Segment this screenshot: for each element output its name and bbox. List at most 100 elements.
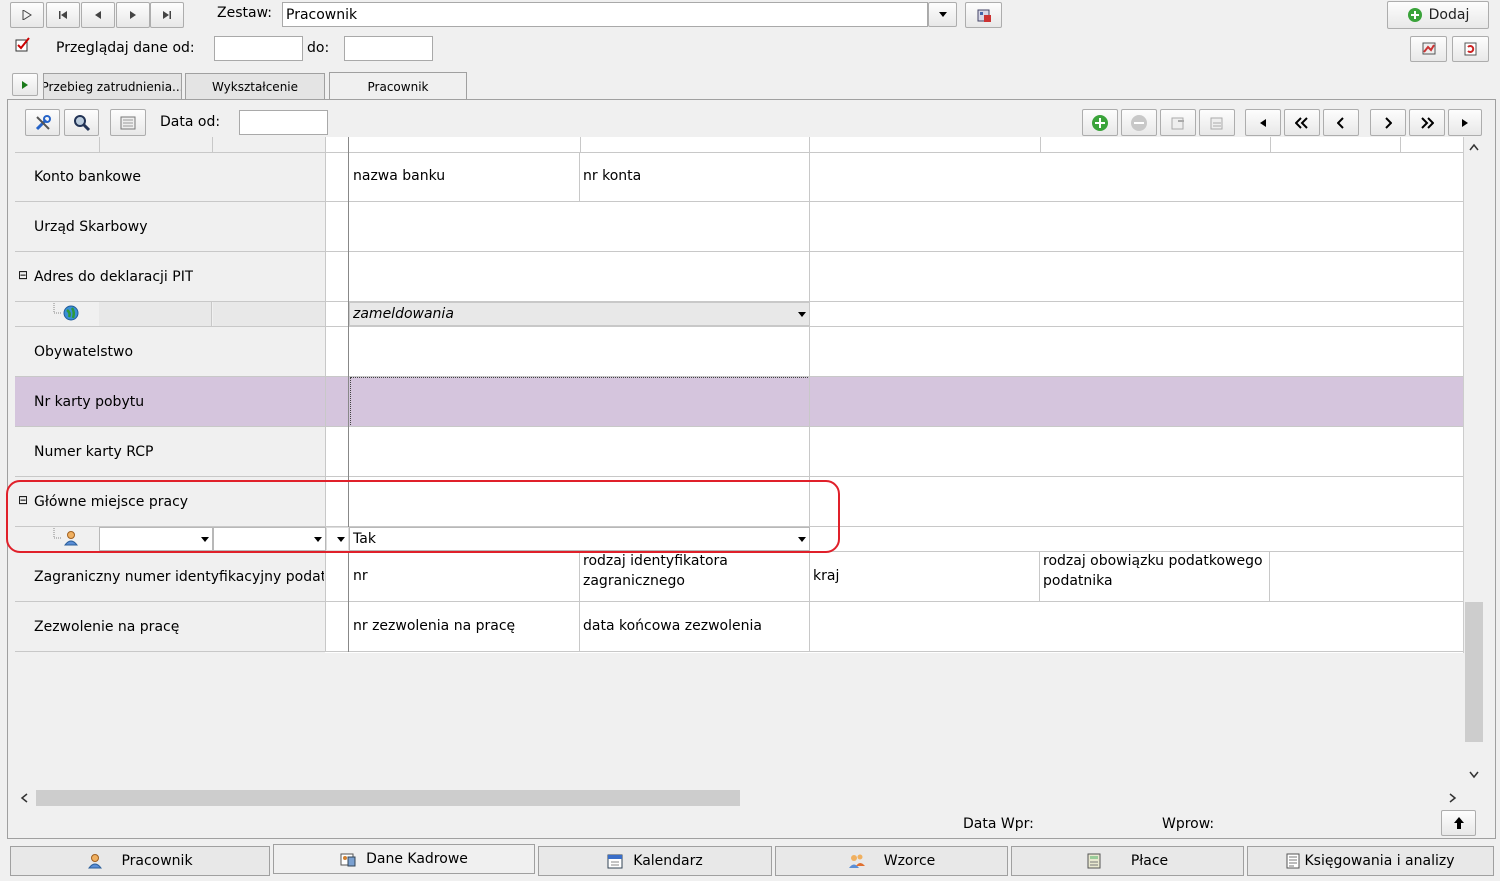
row-label-adres-pit[interactable]: Adres do deklaracji PIT xyxy=(34,269,193,285)
scroll-top-button[interactable] xyxy=(1441,810,1476,836)
tab-przebieg-zatrudnienia[interactable]: Przebieg zatrudnienia... xyxy=(43,73,182,100)
page-left-button[interactable] xyxy=(1284,109,1320,136)
first-record-icon xyxy=(59,11,67,19)
column-right-button[interactable] xyxy=(1370,109,1406,136)
zestaw-config-button[interactable] xyxy=(965,2,1002,28)
row-label-obywatelstwo[interactable]: Obywatelstwo xyxy=(34,344,133,360)
row-label-numer-karty-rcp[interactable]: Numer karty RCP xyxy=(34,444,153,460)
chevron-down-icon xyxy=(798,312,806,317)
import-button[interactable] xyxy=(1199,109,1235,136)
last-record-icon xyxy=(163,11,171,19)
cell-nr[interactable]: nr xyxy=(353,568,368,584)
play-first-button[interactable] xyxy=(10,2,44,28)
double-chevron-right-icon xyxy=(1421,116,1434,129)
vertical-scroll-thumb[interactable] xyxy=(1465,602,1483,742)
selected-cell[interactable] xyxy=(350,377,810,427)
add-row-button[interactable] xyxy=(1082,109,1118,136)
date-to-input[interactable] xyxy=(344,36,433,61)
tab-pracownik[interactable]: Pracownik xyxy=(329,72,467,100)
row-label-zagraniczny-numer[interactable]: Zagraniczny numer identyfikacyjny podatn… xyxy=(34,569,324,585)
first-record-button[interactable] xyxy=(46,2,80,28)
row-label-urzad-skarbowy[interactable]: Urząd Skarbowy xyxy=(34,219,148,235)
row-label-konto-bankowe[interactable]: Konto bankowe xyxy=(34,169,141,185)
bottom-tab-label: Kalendarz xyxy=(633,853,703,869)
last-record-button[interactable] xyxy=(150,2,184,28)
vertical-scrollbar[interactable] xyxy=(1464,137,1484,788)
list-icon xyxy=(120,116,136,129)
search-icon xyxy=(73,114,90,131)
cell-nr-konta[interactable]: nr konta xyxy=(583,168,641,184)
tab-expand-button[interactable] xyxy=(12,73,38,96)
row-label-zezwolenie[interactable]: Zezwolenie na pracę xyxy=(34,619,179,635)
ledger-icon xyxy=(1286,853,1300,869)
sub-field-1[interactable] xyxy=(99,302,212,326)
cell-rodzaj-identyfikatora-2[interactable]: zagranicznego xyxy=(583,573,685,589)
list-view-button[interactable] xyxy=(110,109,146,136)
expand-toggle[interactable]: ⊟ xyxy=(18,268,28,282)
add-button[interactable]: Dodaj xyxy=(1387,1,1489,29)
chevron-down-icon[interactable] xyxy=(1469,771,1479,779)
chevron-left-icon xyxy=(1337,116,1344,129)
adres-type-value: zameldowania xyxy=(353,306,454,322)
bottom-tab-label: Pracownik xyxy=(121,853,193,869)
bottom-tab-place[interactable]: Płace xyxy=(1011,846,1244,876)
zestaw-field[interactable]: Pracownik xyxy=(282,2,928,27)
wprow-label: Wprow: xyxy=(1162,816,1215,832)
adres-type-select[interactable]: zameldowania xyxy=(349,302,810,326)
calendar-icon xyxy=(607,854,623,869)
prev-record-button[interactable] xyxy=(81,2,115,28)
calculator-icon xyxy=(1087,853,1101,869)
bottom-tab-ksiegowania[interactable]: Księgowania i analizy xyxy=(1247,846,1494,876)
data-grid: Konto bankowe nazwa banku nr konta Urząd… xyxy=(15,137,1464,653)
data-od-input[interactable] xyxy=(239,110,328,135)
cell-nazwa-banku[interactable]: nazwa banku xyxy=(353,168,445,184)
cell-rodzaj-obowiazku-1[interactable]: rodzaj obowiązku podatkowego xyxy=(1043,553,1263,569)
report-button[interactable] xyxy=(1410,36,1447,62)
zestaw-label: Zestaw: xyxy=(217,5,272,21)
bottom-tab-dane-kadrowe[interactable]: Dane Kadrowe xyxy=(273,844,535,874)
report-icon xyxy=(1422,42,1435,55)
horizontal-scrollbar[interactable] xyxy=(15,788,1464,808)
search-button[interactable] xyxy=(64,109,99,136)
highlight-annotation xyxy=(6,480,840,553)
sub-field-2[interactable] xyxy=(213,302,325,326)
cell-rodzaj-obowiazku-2[interactable]: podatnika xyxy=(1043,573,1113,589)
next-record-button[interactable] xyxy=(116,2,150,28)
bottom-tab-kalendarz[interactable]: Kalendarz xyxy=(538,846,772,876)
cell-kraj[interactable]: kraj xyxy=(813,568,839,584)
first-column-button[interactable] xyxy=(1245,109,1281,136)
bottom-tab-label: Dane Kadrowe xyxy=(366,851,468,867)
double-chevron-left-icon xyxy=(1295,116,1308,129)
chevron-left-icon[interactable] xyxy=(20,793,28,803)
cell-data-koncowa[interactable]: data końcowa zezwolenia xyxy=(583,618,762,634)
chevron-right-icon[interactable] xyxy=(1449,793,1457,803)
prev-record-icon xyxy=(95,11,101,19)
remove-row-button[interactable] xyxy=(1121,109,1157,136)
date-from-input[interactable] xyxy=(214,36,303,61)
row-label-nr-karty-pobytu[interactable]: Nr karty pobytu xyxy=(34,394,144,410)
tools-button[interactable] xyxy=(25,109,60,136)
export-icon xyxy=(1171,117,1184,129)
plus-circle-icon xyxy=(1092,114,1108,131)
plus-circle-icon xyxy=(1407,8,1422,22)
checkbox-edit-icon[interactable] xyxy=(15,37,31,53)
bottom-tab-pracownik[interactable]: Pracownik xyxy=(10,846,270,876)
export-button[interactable] xyxy=(1160,109,1196,136)
cell-rodzaj-identyfikatora-1[interactable]: rodzaj identyfikatora xyxy=(583,553,728,569)
bottom-tab-wzorce[interactable]: Wzorce xyxy=(775,846,1008,876)
column-left-button[interactable] xyxy=(1323,109,1359,136)
config-set-icon xyxy=(977,9,991,22)
tab-wyksztalcenie[interactable]: Wykształcenie xyxy=(185,73,325,100)
zestaw-dropdown-button[interactable] xyxy=(928,2,957,27)
grid-empty-area xyxy=(15,653,1464,788)
chevron-right-icon xyxy=(1385,116,1392,129)
chevron-up-icon[interactable] xyxy=(1469,143,1479,151)
minus-circle-icon xyxy=(1131,114,1147,131)
refresh-button[interactable] xyxy=(1452,36,1489,62)
page-right-button[interactable] xyxy=(1409,109,1445,136)
horizontal-scroll-thumb[interactable] xyxy=(36,790,740,806)
tree-connector xyxy=(53,303,62,314)
import-icon xyxy=(1210,117,1223,129)
cell-nr-zezwolenia[interactable]: nr zezwolenia na pracę xyxy=(353,618,515,634)
last-column-button[interactable] xyxy=(1448,109,1482,136)
